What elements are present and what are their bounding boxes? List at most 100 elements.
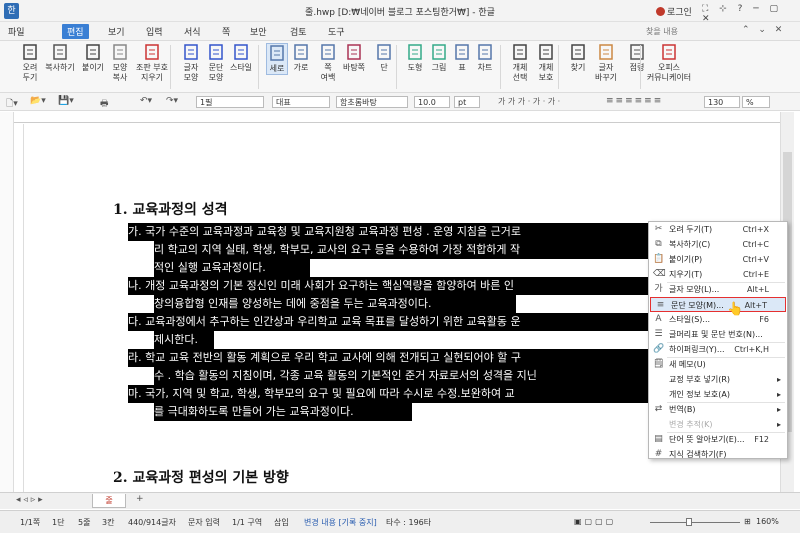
add-tab-button[interactable]: + — [136, 494, 144, 504]
ribbon-button-0[interactable]: 오려 두기 — [18, 43, 42, 83]
ribbon-button-8[interactable]: 세로 — [266, 43, 288, 75]
context-menu-item[interactable]: 🗒 새 메모(U) — [649, 357, 787, 372]
menu-separator — [667, 432, 785, 433]
context-menu-item[interactable]: 🔗 하이퍼링크(Y)... Ctrl+K,H — [649, 342, 787, 357]
select-object-icon — [511, 43, 529, 61]
context-menu-item[interactable]: 📋 붙이기(P) Ctrl+V — [649, 252, 787, 267]
horizontal-scrollbar[interactable]: ◂ ◃ ▹ ▸ 줄 + — [0, 492, 800, 509]
context-menu-item[interactable]: ▤ 단어 뜻 알아보기(E)... F12 — [649, 432, 787, 447]
context-menu-shortcut: F6 — [759, 315, 769, 324]
zoom-slider-thumb[interactable] — [686, 518, 692, 526]
ribbon-button-11[interactable]: 바탕쪽 — [340, 43, 368, 73]
new-doc-icon[interactable]: 🗋▾ — [6, 96, 18, 112]
ribbon-label: 쪽 — [324, 63, 332, 72]
ribbon-button-14[interactable]: 그림 — [428, 43, 450, 73]
char-format-buttons[interactable]: 가 가 가 · 가 · 가 · — [498, 96, 560, 107]
ribbon-button-9[interactable]: 가로 — [290, 43, 312, 73]
context-menu-item[interactable]: 개인 정보 보호(A) ▸ — [649, 387, 787, 402]
ribbon-separator — [640, 45, 641, 89]
ribbon-button-16[interactable]: 차트 — [474, 43, 496, 73]
menu-review[interactable]: 검토 — [290, 25, 307, 38]
page-nav-icons[interactable]: ◂ ◃ ▹ ▸ — [16, 495, 43, 505]
font-group-select[interactable]: 대표 — [272, 96, 330, 108]
status-insert[interactable]: 삽입 — [274, 517, 289, 528]
ribbon-button-3[interactable]: 모양 복사 — [108, 43, 132, 83]
ribbon-button-7[interactable]: 스타일 — [228, 43, 254, 73]
para-shape-icon — [207, 43, 225, 61]
style-select[interactable]: 1필 — [196, 96, 264, 108]
ribbon-button-13[interactable]: 도형 — [404, 43, 426, 73]
menu-view[interactable]: 보기 — [108, 25, 125, 38]
ribbon-button-6[interactable]: 문단 모양 — [204, 43, 228, 83]
context-menu-item[interactable]: ☰ 글머리표 및 문단 번호(N)... — [649, 327, 787, 342]
picture-icon — [430, 43, 448, 61]
context-menu-item[interactable]: 교정 부호 넣기(R) ▸ — [649, 372, 787, 387]
ribbon-separator — [500, 45, 501, 89]
context-menu-item[interactable]: ⇄ 번역(B) ▸ — [649, 402, 787, 417]
context-menu-item[interactable]: # 지식 검색하기(F) — [649, 447, 787, 462]
redo-icon[interactable]: ↷▾ — [166, 96, 178, 106]
context-menu-item[interactable]: ≡ 문단 모양(M)... Alt+T — [650, 297, 786, 312]
zoom-unit-select[interactable]: % — [742, 96, 770, 108]
unit-select[interactable]: pt — [454, 96, 480, 108]
menu-tools[interactable]: 도구 — [328, 25, 345, 38]
save-icon[interactable]: 💾▾ — [58, 96, 74, 106]
login-button[interactable]: 로그인 — [656, 5, 692, 18]
scissors-icon: ✂ — [654, 224, 663, 234]
context-menu-shortcut: Ctrl+X — [742, 225, 769, 234]
ribbon-button-12[interactable]: 단 — [374, 43, 394, 73]
ribbon-label: 차트 — [477, 63, 493, 72]
ribbon-button-2[interactable]: 붙이기 — [78, 43, 108, 73]
font-select[interactable]: 함초롬바탕 — [336, 96, 408, 108]
ribbon-button-5[interactable]: 글자 모양 — [180, 43, 202, 83]
chart-icon — [476, 43, 494, 61]
document-tab[interactable]: 줄 — [92, 494, 126, 508]
context-menu-shortcut: Ctrl+V — [742, 255, 769, 264]
context-menu-item[interactable]: 가 글자 모양(L)... Alt+L — [649, 282, 787, 297]
context-menu-label: 새 메모(U) — [669, 360, 706, 369]
ribbon-button-21[interactable]: 점령 — [626, 43, 648, 73]
ribbon-button-22[interactable]: 오피스 커뮤니케이터 — [646, 43, 692, 83]
menu-file[interactable]: 파일 — [8, 25, 25, 38]
ribbon-toggle[interactable]: ⌃ ⌄ ✕ — [742, 25, 785, 35]
submenu-arrow-icon: ▸ — [776, 375, 781, 384]
undo-icon[interactable]: ↶▾ — [140, 96, 152, 106]
view-mode-icons[interactable]: ▣▢▢▢ — [574, 517, 616, 526]
ribbon-button-4[interactable]: 조판 부호 지우기 — [134, 43, 170, 83]
ribbon-button-10[interactable]: 쪽 여백 — [316, 43, 340, 83]
open-icon[interactable]: 📂▾ — [30, 96, 46, 106]
context-menu-label: 오려 두기(T) — [669, 225, 713, 234]
context-menu-item[interactable]: 변경 추적(K) ▸ — [649, 417, 787, 432]
status-column: 1단 — [52, 518, 65, 527]
print-icon[interactable]: 🖶 — [100, 96, 109, 112]
menu-format[interactable]: 서식 — [184, 25, 201, 38]
horizontal-ruler[interactable] — [14, 112, 780, 123]
menu-edit[interactable]: 편집 — [62, 24, 89, 39]
context-menu-item[interactable]: A 스타일(S)... F6 — [649, 312, 787, 327]
ribbon-button-17[interactable]: 개체 선택 — [508, 43, 532, 83]
landscape-icon — [292, 43, 310, 61]
context-menu-item[interactable]: ⌫ 지우기(T) Ctrl+E — [649, 267, 787, 282]
context-menu-item[interactable]: ⧉ 복사하기(C) Ctrl+C — [649, 237, 787, 252]
ribbon-button-18[interactable]: 개체 보호 — [534, 43, 558, 83]
search-input[interactable] — [646, 25, 736, 38]
ribbon-button-15[interactable]: 표 — [452, 43, 472, 73]
zoom-fit-icon[interactable]: ⊞ — [744, 517, 751, 526]
context-menu-item[interactable]: ✂ 오려 두기(T) Ctrl+X — [649, 222, 787, 237]
ribbon-label: 개체 — [512, 63, 528, 72]
zoom-slider[interactable] — [650, 522, 740, 523]
window-controls[interactable]: ⛶ ⊹ ? ─ ▢ ✕ — [702, 4, 800, 24]
menu-page[interactable]: 쪽 — [222, 25, 230, 38]
ribbon-button-1[interactable]: 복사하기 — [44, 43, 76, 73]
ribbon-button-19[interactable]: 찾기 — [568, 43, 588, 73]
ribbon-button-20[interactable]: 글자 바꾸기 — [594, 43, 618, 83]
align-buttons[interactable]: ≡≡≡≡≡≡ — [606, 96, 663, 106]
zoom-input[interactable]: 130 — [704, 96, 740, 108]
status-track-changes[interactable]: 변경 내용 [기록 중지] — [304, 517, 377, 528]
menu-security[interactable]: 보안 — [250, 25, 267, 38]
vertical-ruler[interactable] — [14, 124, 24, 492]
font-size-input[interactable]: 10.0 — [414, 96, 450, 108]
menu-insert[interactable]: 입력 — [146, 25, 163, 38]
ribbon-separator — [396, 45, 397, 89]
ribbon-label: 가로 — [293, 63, 309, 72]
